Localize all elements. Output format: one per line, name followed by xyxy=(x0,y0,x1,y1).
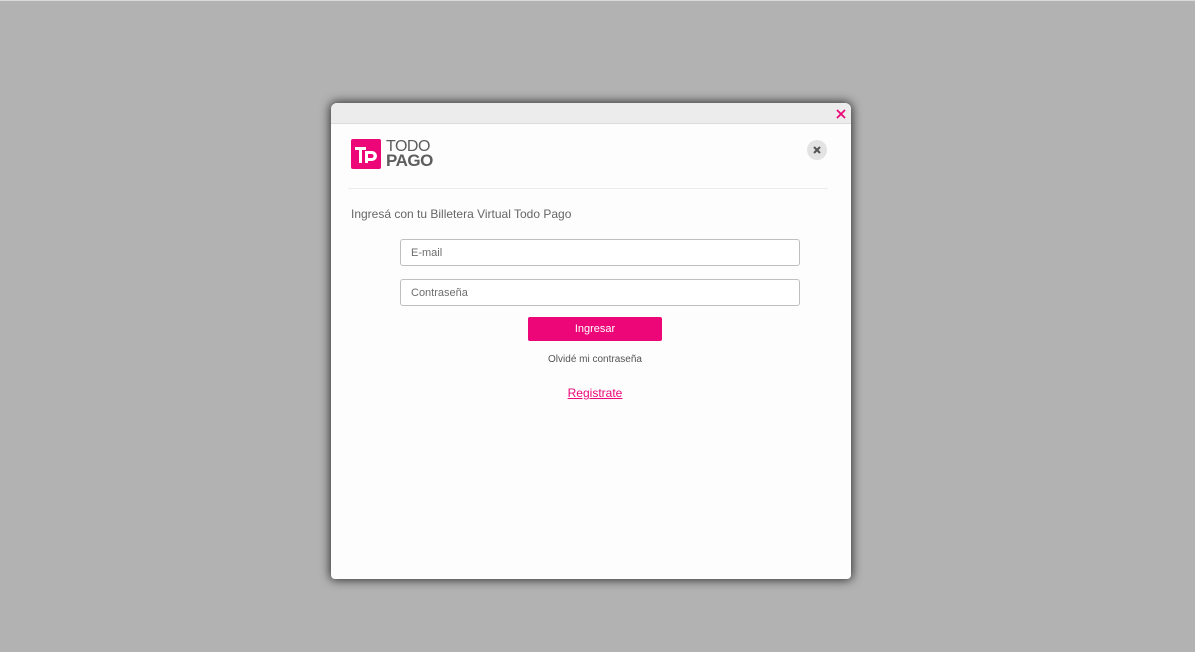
register-link[interactable]: Registrate xyxy=(331,386,851,400)
page-top-border xyxy=(0,0,1195,1)
email-input[interactable] xyxy=(400,239,800,266)
login-prompt: Ingresá con tu Billetera Virtual Todo Pa… xyxy=(351,207,572,221)
close-icon[interactable] xyxy=(836,109,846,119)
login-modal: TODO PAGO Ingresá con tu Billetera Virtu… xyxy=(331,103,851,579)
forgot-password-link[interactable]: Olvidé mi contraseña xyxy=(331,354,851,365)
todo-pago-logo: TODO PAGO xyxy=(351,139,433,169)
password-input[interactable] xyxy=(400,279,800,306)
logo-mark-icon xyxy=(351,139,381,169)
logo-text: TODO PAGO xyxy=(386,139,433,170)
modal-titlebar xyxy=(331,103,851,124)
login-button[interactable]: Ingresar xyxy=(528,317,662,341)
dialog-close-button[interactable] xyxy=(807,140,827,160)
logo-text-line2: PAGO xyxy=(386,151,433,170)
close-icon xyxy=(813,146,821,154)
header-divider xyxy=(348,188,828,189)
